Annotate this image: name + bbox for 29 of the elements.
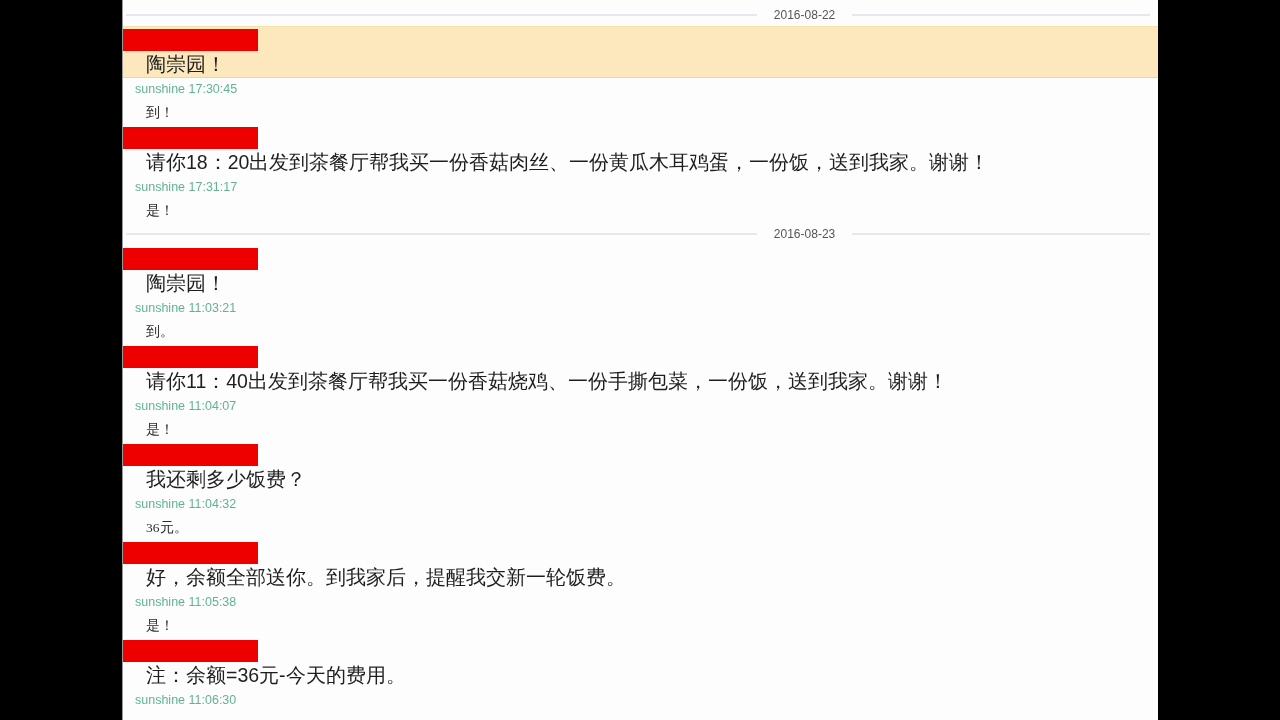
reply-time: 11:06:30 bbox=[188, 693, 237, 707]
message-text: 陶崇园！ bbox=[146, 53, 226, 75]
message-text: 请你18：20出发到茶餐厅帮我买一份香菇肉丝、一份黄瓜木耳鸡蛋，一份饭，送到我家。谢谢！ bbox=[146, 151, 990, 173]
reply-time: 11:04:32 bbox=[188, 497, 237, 511]
reply-sender: sunshine bbox=[135, 301, 186, 315]
reply-sender: sunshine bbox=[135, 693, 186, 707]
reply-sender: sunshine bbox=[135, 497, 186, 511]
reply-sender: sunshine bbox=[135, 595, 186, 609]
reply-time: 17:30:45 bbox=[188, 82, 238, 96]
reply-time: 17:31:17 bbox=[188, 180, 238, 194]
reply-sender: sunshine bbox=[135, 180, 186, 194]
date-label: 2016-08-23 bbox=[773, 226, 836, 243]
reply-text: 到！ bbox=[146, 105, 174, 120]
message-text: 好，余额全部送你。到我家后，提醒我交新一轮饭费。 bbox=[146, 566, 626, 588]
reply-text: 是！ bbox=[146, 203, 174, 218]
reply-sender: sunshine bbox=[135, 82, 186, 96]
message-text: 请你11：40出发到茶餐厅帮我买一份香菇烧鸡、一份手撕包菜，一份饭，送到我家。谢谢！ bbox=[146, 370, 948, 392]
reply-text: 是！ bbox=[146, 618, 174, 633]
reply-sender: sunshine bbox=[135, 399, 186, 413]
message-text: 注：余额=36元-今天的费用。 bbox=[146, 664, 406, 686]
reply-time: 11:03:21 bbox=[188, 301, 237, 315]
reply-time: 11:04:07 bbox=[188, 399, 237, 413]
message-text: 我还剩多少饭费？ bbox=[146, 468, 306, 490]
date-label: 2016-08-22 bbox=[773, 7, 836, 24]
reply-text: 是！ bbox=[146, 422, 174, 437]
reply-time: 11:05:38 bbox=[188, 595, 237, 609]
reply-text: 36元。 bbox=[146, 520, 188, 535]
message-text: 陶崇园！ bbox=[146, 272, 226, 294]
reply-text: 到。 bbox=[146, 324, 174, 339]
